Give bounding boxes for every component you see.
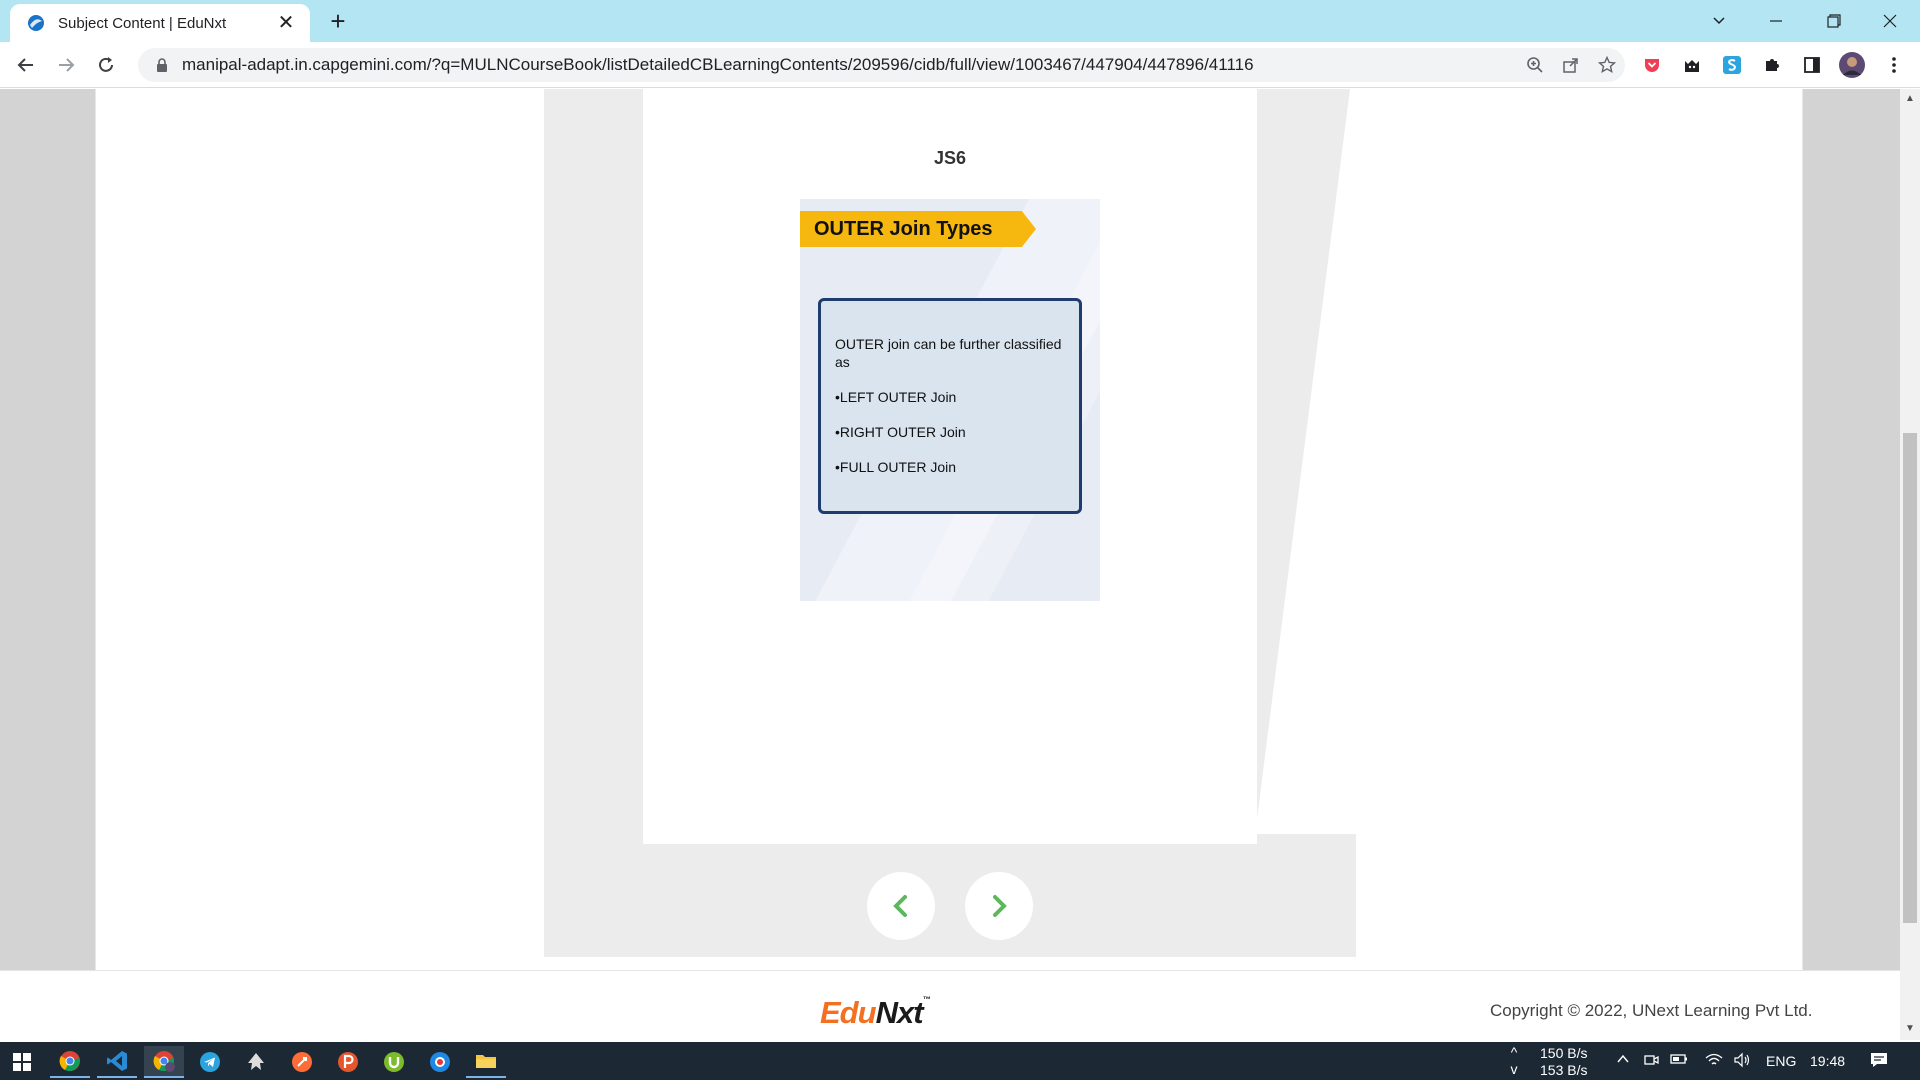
- logo-edu-text: Edu: [820, 995, 877, 1030]
- left-gutter: [0, 89, 95, 970]
- scroll-up-arrow-icon[interactable]: ▲: [1903, 92, 1917, 106]
- back-arrow-icon[interactable]: [10, 49, 42, 81]
- download-speed: 153 B/s: [1540, 1062, 1588, 1078]
- network-up-arrow-icon: ^: [1510, 1044, 1518, 1060]
- edunxt-logo: EduNxt™: [820, 995, 931, 1031]
- slide-banner: OUTER Join Types: [800, 211, 1036, 247]
- extensions-puzzle-icon[interactable]: [1758, 51, 1786, 79]
- input-language[interactable]: ENG: [1766, 1053, 1796, 1069]
- upload-speed: 150 B/s: [1540, 1045, 1588, 1061]
- slide-image: OUTER Join Types OUTER join can be furth…: [800, 199, 1100, 601]
- side-panel-icon[interactable]: [1798, 51, 1826, 79]
- postman-taskbar-icon[interactable]: [282, 1046, 322, 1078]
- slide-bullet-item: •RIGHT OUTER Join: [835, 424, 966, 440]
- battery-icon[interactable]: [1668, 1052, 1690, 1069]
- browser-taskbar-icon[interactable]: [420, 1046, 460, 1078]
- copyright-text: Copyright © 2022, UNext Learning Pvt Ltd…: [1490, 1001, 1813, 1020]
- url-text[interactable]: manipal-adapt.in.capgemini.com/?q=MULNCo…: [182, 55, 1517, 75]
- close-window-icon[interactable]: [1862, 0, 1918, 42]
- lock-icon[interactable]: [154, 57, 170, 73]
- browser-tab-active[interactable]: Subject Content | EduNxt ✕: [10, 4, 310, 42]
- chevron-right-icon: [993, 895, 1007, 917]
- chrome-taskbar-icon[interactable]: [50, 1046, 90, 1078]
- share-icon[interactable]: [1553, 50, 1589, 80]
- browser-tab-bar: Subject Content | EduNxt ✕ +: [0, 0, 1920, 42]
- reload-icon[interactable]: [90, 49, 122, 81]
- address-bar[interactable]: manipal-adapt.in.capgemini.com/?q=MULNCo…: [138, 48, 1625, 82]
- vscode-taskbar-icon[interactable]: [97, 1046, 137, 1078]
- wifi-icon[interactable]: [1703, 1052, 1725, 1071]
- new-tab-plus-icon[interactable]: +: [324, 7, 352, 35]
- file-explorer-taskbar-icon[interactable]: [466, 1046, 506, 1078]
- slide-heading: JS6: [933, 148, 967, 168]
- windows-taskbar: ^ v 150 B/s 153 B/s ENG 19:48: [0, 1042, 1920, 1080]
- logo-trademark: ™: [922, 995, 931, 1004]
- slide-text-box: OUTER join can be further classified as …: [818, 298, 1082, 514]
- tab-search-chevron-icon[interactable]: [1691, 0, 1747, 42]
- cat-extension-icon[interactable]: [1678, 51, 1706, 79]
- scroll-down-arrow-icon[interactable]: ▼: [1903, 1022, 1917, 1036]
- slide-bullet-item: •LEFT OUTER Join: [835, 389, 957, 405]
- profile-avatar[interactable]: [1838, 51, 1866, 79]
- windows-start-icon[interactable]: [2, 1046, 42, 1078]
- slide-banner-title: OUTER Join Types: [814, 217, 993, 240]
- scrollbar-thumb[interactable]: [1903, 433, 1917, 923]
- slide-intro-text: OUTER join can be further classified as: [835, 336, 1062, 370]
- inkscape-taskbar-icon[interactable]: [236, 1046, 276, 1078]
- network-down-arrow-icon: v: [1510, 1061, 1518, 1077]
- notifications-icon[interactable]: [1868, 1051, 1890, 1072]
- bookmark-star-icon[interactable]: [1589, 50, 1625, 80]
- utorrent-taskbar-icon[interactable]: [374, 1046, 414, 1078]
- chevron-left-icon: [893, 895, 907, 917]
- zoom-icon[interactable]: [1517, 50, 1553, 80]
- logo-nxt-text: Nxt: [875, 995, 924, 1030]
- restore-window-icon[interactable]: [1806, 0, 1862, 42]
- more-menu-icon[interactable]: [1880, 51, 1908, 79]
- next-slide-button[interactable]: [965, 872, 1033, 940]
- volume-icon[interactable]: [1731, 1052, 1753, 1071]
- close-tab-icon[interactable]: ✕: [274, 13, 298, 33]
- chrome-profile-taskbar-icon[interactable]: [144, 1046, 184, 1078]
- forward-arrow-icon[interactable]: [50, 49, 82, 81]
- meet-now-icon[interactable]: [1640, 1052, 1662, 1071]
- system-clock[interactable]: 19:48: [1810, 1053, 1845, 1069]
- previous-slide-button[interactable]: [867, 872, 935, 940]
- tab-title: Subject Content | EduNxt: [58, 14, 227, 32]
- browser-toolbar: manipal-adapt.in.capgemini.com/?q=MULNCo…: [0, 42, 1920, 88]
- p-app-taskbar-icon[interactable]: [328, 1046, 368, 1078]
- pocket-extension-icon[interactable]: [1638, 51, 1666, 79]
- slide-bullet-item: •FULL OUTER Join: [835, 459, 957, 475]
- page-footer: EduNxt™ Copyright © 2022, UNext Learning…: [0, 970, 1900, 1042]
- telegram-taskbar-icon[interactable]: [190, 1046, 230, 1078]
- show-hidden-icons-chevron-icon[interactable]: [1612, 1052, 1634, 1069]
- edunxt-favicon-icon: [28, 15, 44, 31]
- s-extension-icon[interactable]: [1718, 51, 1746, 79]
- minimize-window-icon[interactable]: [1748, 0, 1804, 42]
- right-gutter: [1803, 89, 1900, 970]
